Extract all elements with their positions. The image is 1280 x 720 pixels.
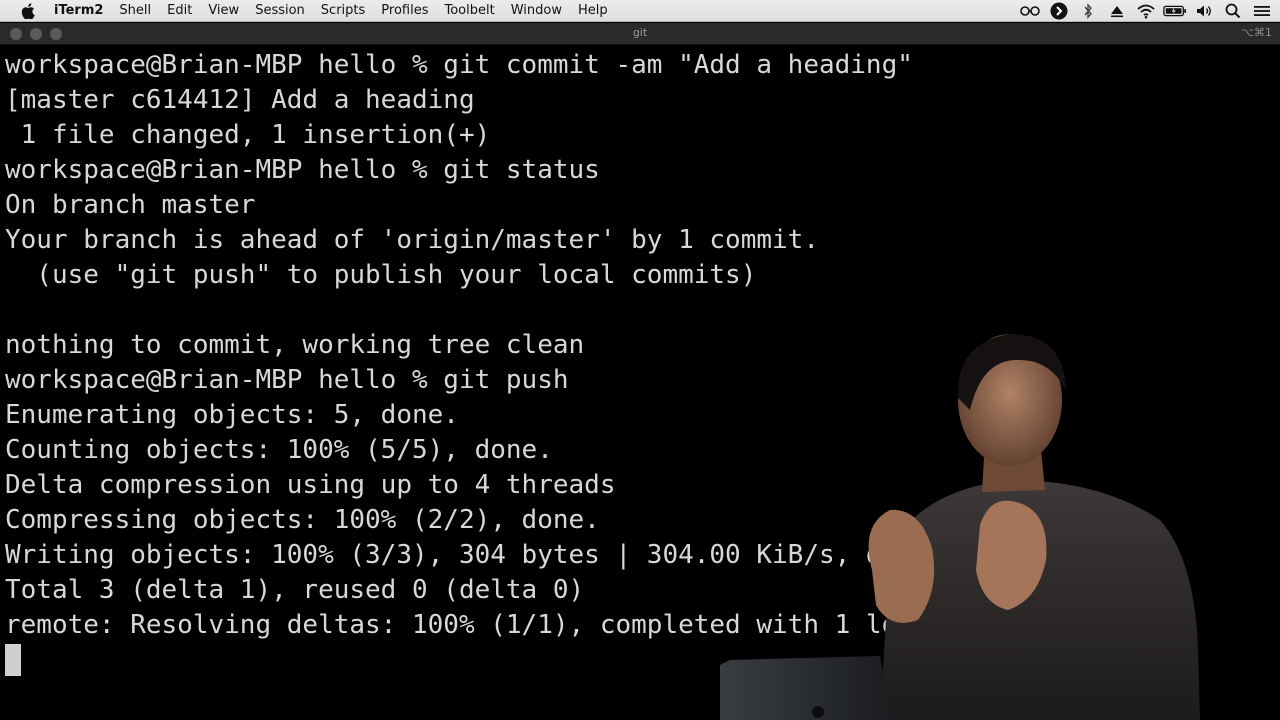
presenter-image — [720, 334, 1200, 720]
menu-scripts[interactable]: Scripts — [313, 0, 373, 22]
wifi-icon[interactable] — [1134, 0, 1158, 22]
menu-bar: iTerm2 Shell Edit View Session Scripts P… — [0, 0, 1280, 22]
circle-arrow-icon[interactable] — [1047, 0, 1071, 22]
glasses-icon[interactable] — [1018, 0, 1042, 22]
menu-view[interactable]: View — [200, 0, 247, 22]
menu-session[interactable]: Session — [247, 0, 313, 22]
menu-toolbelt[interactable]: Toolbelt — [436, 0, 502, 22]
menu-edit[interactable]: Edit — [159, 0, 200, 22]
airplay-icon[interactable] — [1105, 0, 1129, 22]
battery-icon[interactable] — [1163, 0, 1187, 22]
terminal-line: On branch master — [5, 190, 256, 220]
terminal-line: [master c614412] Add a heading — [5, 85, 475, 115]
menu-window[interactable]: Window — [503, 0, 570, 22]
terminal-line: (use "git push" to publish your local co… — [5, 260, 757, 290]
terminal-line: 1 file changed, 1 insertion(+) — [5, 120, 491, 150]
volume-icon[interactable] — [1192, 0, 1216, 22]
terminal-line: workspace@Brian-MBP hello % git commit -… — [5, 50, 913, 80]
menu-help[interactable]: Help — [570, 0, 616, 22]
window-title: git — [632, 26, 648, 39]
search-icon[interactable] — [1221, 0, 1245, 22]
terminal-line: Your branch is ahead of 'origin/master' … — [5, 225, 819, 255]
bluetooth-icon[interactable] — [1076, 0, 1100, 22]
window-titlebar: git ⌥⌘1 — [0, 23, 1280, 45]
menu-profiles[interactable]: Profiles — [373, 0, 436, 22]
terminal-line: workspace@Brian-MBP hello % git status — [5, 155, 600, 185]
terminal-cursor — [5, 644, 21, 676]
menu-app-name[interactable]: iTerm2 — [50, 0, 111, 22]
menu-icon[interactable] — [1250, 0, 1274, 22]
window-shortcut: ⌥⌘1 — [1241, 26, 1272, 39]
menu-shell[interactable]: Shell — [111, 0, 159, 22]
status-area — [1013, 0, 1280, 22]
apple-icon[interactable] — [18, 2, 38, 19]
